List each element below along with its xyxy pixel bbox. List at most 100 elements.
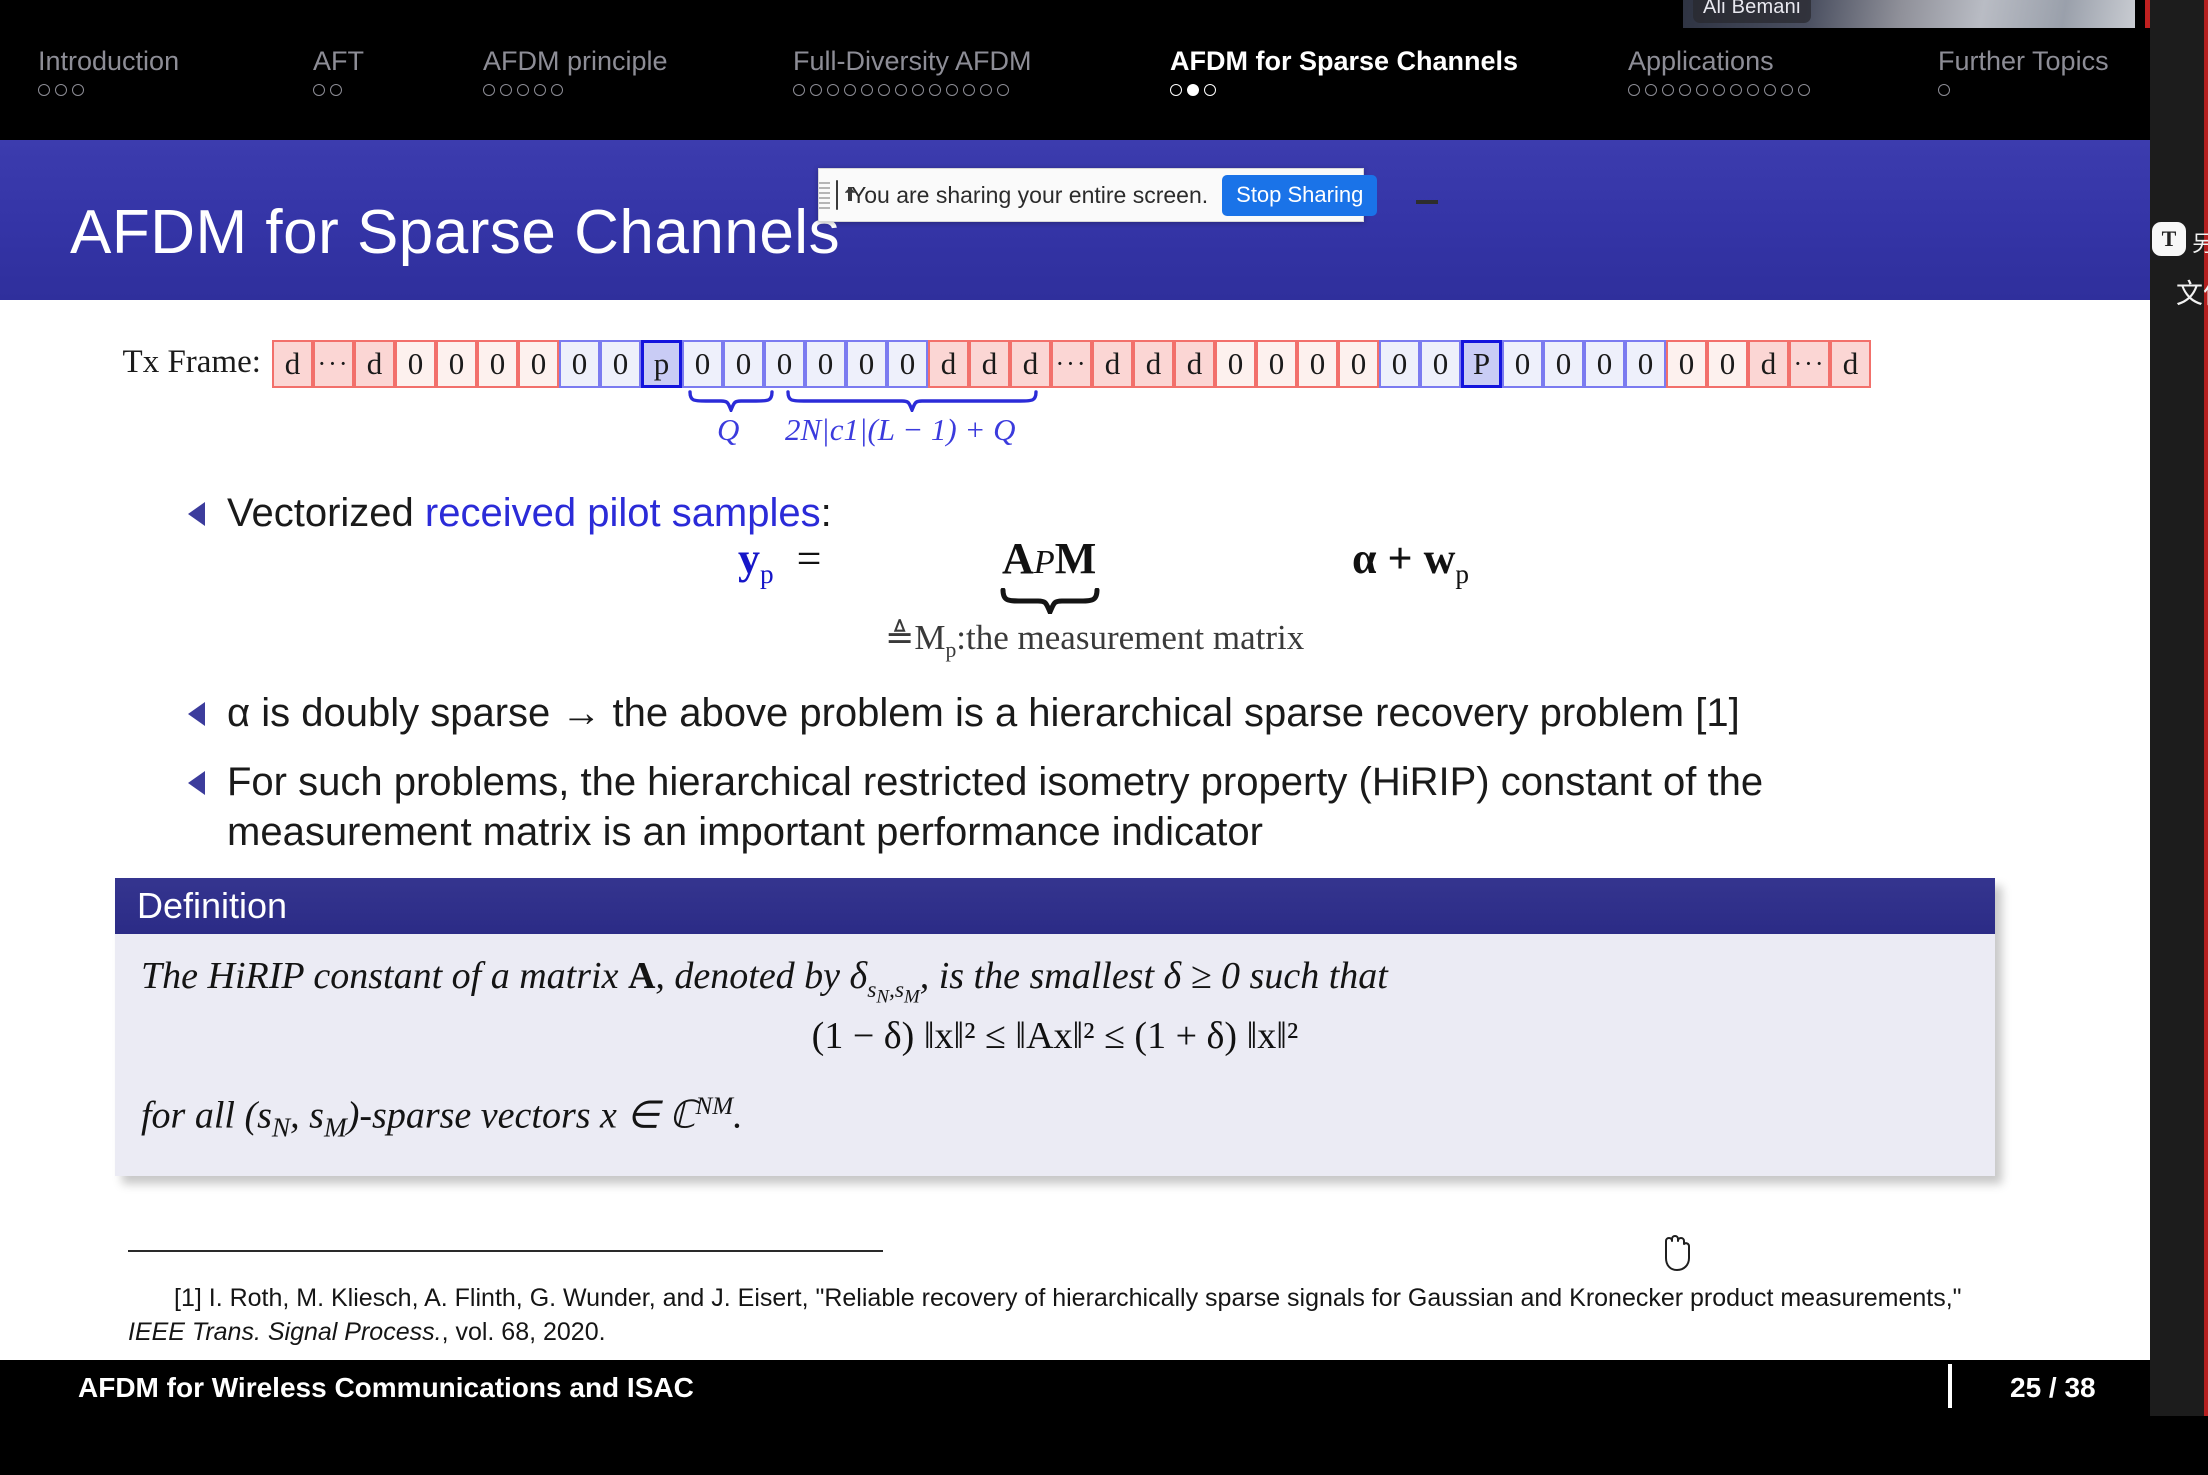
def-text-a: The HiRIP constant of a matrix [141,955,628,997]
nav-dots-1[interactable] [313,84,342,96]
footer-title: AFDM for Wireless Communications and ISA… [78,1372,694,1403]
share-status-text: You are sharing your entire screen. [851,181,1209,208]
page-number: 25 / 38 [2010,1372,2096,1403]
frame-cell: p [641,340,682,388]
frame-cell: 0 [1584,340,1625,388]
frame-cell: 0 [764,340,805,388]
nav-dot[interactable] [1170,84,1182,96]
footnote-part-1: I. Roth, M. Kliesch, A. Flinth, G. Wunde… [201,1284,1962,1312]
frame-cell: 0 [1502,340,1543,388]
drag-grip-icon[interactable] [819,169,830,221]
def2-sub-M: M [323,1112,347,1143]
nav-dot[interactable] [534,84,546,96]
nav-dot[interactable] [1764,84,1776,96]
equation-P: P [1033,543,1055,581]
nav-dot[interactable] [1747,84,1759,96]
footnote-marker: [1] [174,1284,202,1312]
bullet-text-highlight: received pilot samples [424,491,821,535]
nav-dot[interactable] [1662,84,1674,96]
nav-dot[interactable] [1781,84,1793,96]
footnote-journal: IEEE Trans. Signal Process. [128,1317,442,1346]
equation-annotation: ≜Mp:the measurement matrix [885,618,1304,663]
nav-dot[interactable] [1730,84,1742,96]
nav-dot[interactable] [1187,84,1199,96]
equation-lhs: yp = [738,533,821,590]
bullet-hirip: For such problems, the hierarchical rest… [188,757,1858,857]
frame-cell: 0 [1707,340,1748,388]
frame-cell: 0 [1256,340,1297,388]
definition-equation: (1 − δ) ‖x‖² ≤ ‖Ax‖² ≤ (1 + δ) ‖x‖² [811,1014,1299,1057]
nav-dots-5[interactable] [1628,84,1810,96]
nav-section-4[interactable]: AFDM for Sparse Channels [1170,48,1518,75]
frame-cell: ··· [1789,340,1830,388]
nav-dots-3[interactable] [793,84,1009,96]
nav-dot[interactable] [997,84,1009,96]
def-sub-sM: ,s [888,976,905,1003]
nav-section-6[interactable]: Further Topics [1938,48,2109,75]
definition-title: Definition [137,885,288,926]
nav-dot[interactable] [946,84,958,96]
webcam-video-overlay[interactable]: Ali Bemani [1683,0,2135,28]
bullet-text: Vectorized received pilot samples: [227,488,832,538]
nav-dot[interactable] [1713,84,1725,96]
equation-y-sub: p [760,558,774,589]
screen-bottom-fill [0,1416,2208,1475]
equation-equals: = [796,534,822,583]
nav-dots-2[interactable] [483,84,563,96]
nav-dots-4[interactable] [1170,84,1216,96]
nav-dot[interactable] [810,84,822,96]
nav-dot[interactable] [844,84,856,96]
nav-dot[interactable] [483,84,495,96]
nav-section-0[interactable]: Introduction [38,48,179,75]
nav-dot[interactable] [1798,84,1810,96]
nav-dot[interactable] [38,84,50,96]
def2-c: )-sparse vectors x ∈ ℂ [346,1094,696,1137]
nav-dot[interactable] [330,84,342,96]
right-widget-label-bottom[interactable]: 文件 [2176,272,2208,311]
nav-dot[interactable] [1204,84,1216,96]
nav-dots-6[interactable] [1938,84,1950,96]
nav-dot[interactable] [1696,84,1708,96]
nav-dot[interactable] [912,84,924,96]
frame-cell: d [969,340,1010,388]
frame-cell: 0 [1543,340,1584,388]
frame-cell: d [272,340,313,388]
frame-cell: 0 [600,340,641,388]
nav-section-5[interactable]: Applications [1628,48,1774,75]
nav-dot[interactable] [500,84,512,96]
nav-section-2[interactable]: AFDM principle [483,48,668,75]
stop-sharing-button[interactable]: Stop Sharing [1222,174,1378,216]
nav-dot[interactable] [1938,84,1950,96]
annotation-prefix: ≜M [885,618,946,657]
nav-section-1[interactable]: AFT [313,48,364,75]
bullet-doubly-sparse: α is doubly sparse → the above problem i… [188,688,1988,738]
nav-dot[interactable] [895,84,907,96]
nav-dot[interactable] [313,84,325,96]
text-tool-icon[interactable]: T [2152,222,2186,256]
nav-dot[interactable] [1628,84,1640,96]
nav-dot[interactable] [861,84,873,96]
def-sub-N: N [876,986,889,1008]
nav-dots-0[interactable] [38,84,84,96]
nav-dot[interactable] [980,84,992,96]
nav-dot[interactable] [1679,84,1691,96]
nav-dot[interactable] [963,84,975,96]
nav-dot[interactable] [551,84,563,96]
nav-dot[interactable] [793,84,805,96]
annotation-text: :the measurement matrix [956,618,1305,657]
nav-dot[interactable] [72,84,84,96]
nav-dot[interactable] [878,84,890,96]
bullet-vectorized: Vectorized received pilot samples: [188,488,832,538]
frame-cell: 0 [518,340,559,388]
nav-dot[interactable] [827,84,839,96]
equation-M: M [1054,534,1097,583]
nav-dot[interactable] [517,84,529,96]
screen-share-toolbar[interactable]: You are sharing your entire screen. Stop… [818,168,1439,222]
right-widget-label-top: 另 [2192,231,2208,256]
nav-dot[interactable] [55,84,67,96]
nav-dot[interactable] [929,84,941,96]
brace-q [688,390,774,412]
frame-cell: 0 [1666,340,1707,388]
nav-section-3[interactable]: Full-Diversity AFDM [793,48,1032,75]
nav-dot[interactable] [1645,84,1657,96]
